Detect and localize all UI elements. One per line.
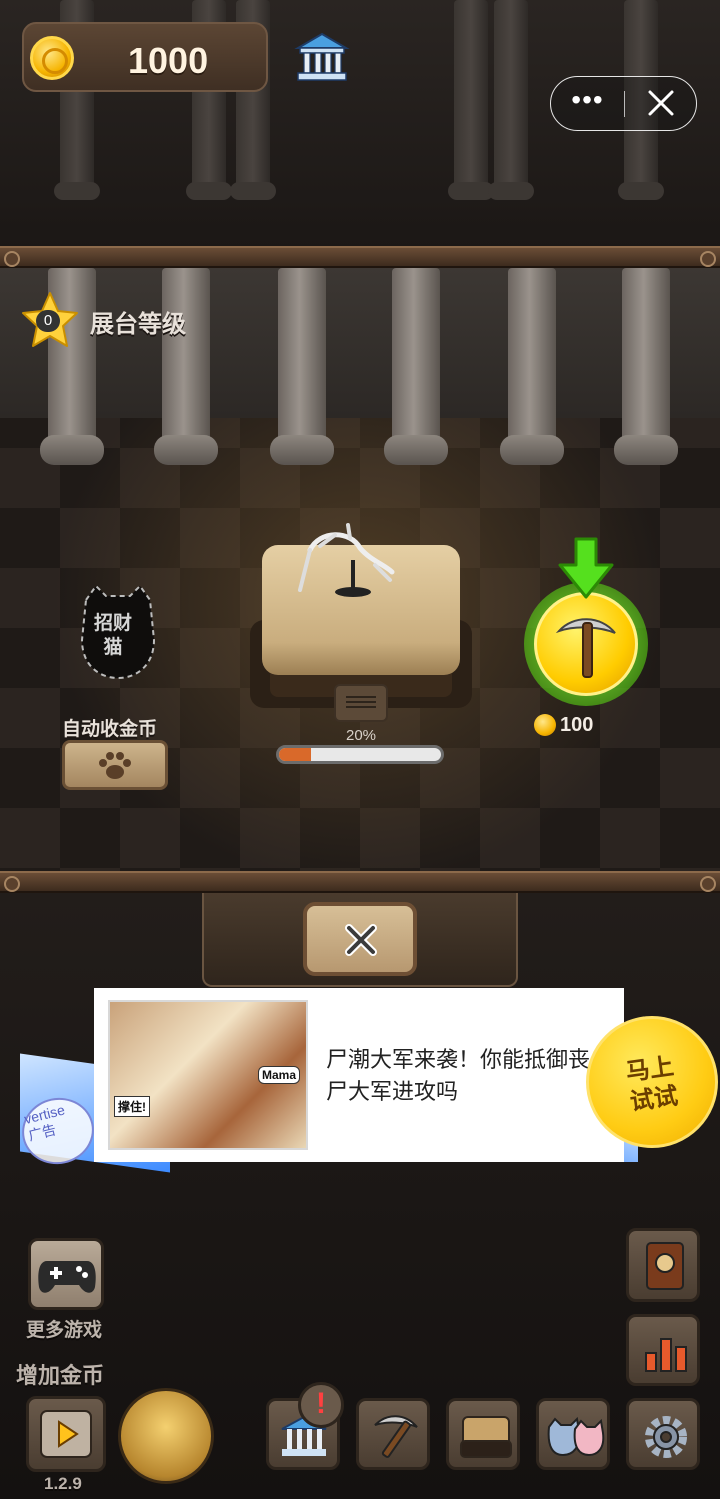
ad-thumbnail[interactable]: 撑住! Mama — [108, 1000, 308, 1150]
progress-percent: 20% — [346, 727, 377, 744]
settings-button[interactable] — [626, 1398, 700, 1470]
auto-collect-label: 自动收金币 — [62, 719, 158, 740]
level-value: 0 — [36, 310, 60, 332]
more-dots-icon[interactable]: ••• — [551, 77, 624, 129]
wooden-rail-top — [0, 246, 720, 268]
cats-icon — [547, 1417, 605, 1457]
pedestal-button[interactable] — [446, 1398, 520, 1470]
alert-badge: ! — [298, 1382, 344, 1428]
close-x-icon — [345, 924, 377, 956]
pedestal-icon — [460, 1416, 512, 1458]
video-play-icon — [40, 1410, 92, 1458]
gamepad-icon — [38, 1261, 96, 1293]
pickaxe-icon — [555, 618, 616, 678]
upgrade-pickaxe-button[interactable] — [534, 592, 638, 696]
room-wall — [0, 268, 720, 418]
column — [614, 268, 678, 465]
pillar — [488, 0, 534, 200]
paw-icon — [99, 752, 131, 779]
level-label: 展台等级 — [90, 311, 186, 338]
mini-program-capsule: ••• — [550, 76, 697, 131]
column — [270, 268, 334, 465]
add-coins-label: 增加金币 — [16, 1363, 105, 1388]
pickaxe-icon — [374, 1415, 418, 1458]
more-games-label: 更多游戏 — [26, 1320, 103, 1341]
collection-book-button[interactable] — [626, 1228, 700, 1302]
gear-icon — [645, 1416, 687, 1458]
cat-mascot-avatar[interactable] — [118, 1388, 214, 1484]
lucky-cat-label: 招财猫 — [93, 613, 132, 658]
drawer-close-button[interactable] — [303, 902, 417, 976]
auto-collect-button[interactable] — [62, 740, 168, 790]
more-games-button[interactable] — [28, 1238, 104, 1310]
gold-coin-icon — [30, 36, 74, 80]
pickaxe-button[interactable] — [356, 1398, 430, 1470]
column — [500, 268, 564, 465]
progress-fill — [279, 748, 312, 761]
book-icon — [646, 1242, 684, 1290]
gold-coin-icon — [534, 714, 556, 736]
ad-headline: 尸潮大军来袭！你能抵御丧尸大军进攻吗 — [326, 1047, 591, 1104]
exhibit-progress-bar — [276, 745, 444, 764]
green-down-arrow-icon — [558, 537, 614, 599]
wooden-rail-bottom — [0, 871, 720, 893]
ad-thumb-bubble: Mama — [257, 1066, 300, 1084]
cats-button[interactable] — [536, 1398, 610, 1470]
pickaxe-cost: 100 — [560, 714, 594, 736]
version-label: 1.2.9 — [44, 1474, 82, 1493]
museum-building-icon[interactable] — [294, 30, 350, 84]
column — [154, 268, 218, 465]
watch-video-button[interactable] — [26, 1396, 106, 1472]
exhibit-plaque — [334, 684, 388, 722]
column — [384, 268, 448, 465]
ad-try-now-button[interactable]: 马上 试试 — [586, 1016, 718, 1148]
close-x-icon[interactable] — [625, 77, 697, 129]
bar-chart-icon — [645, 1338, 687, 1372]
pillar — [448, 0, 494, 200]
coin-count: 1000 — [128, 40, 209, 81]
ad-thumb-tag: 撑住! — [114, 1096, 150, 1117]
fossil-exhibit-icon[interactable] — [290, 520, 400, 600]
ad-cta-label: 马上 试试 — [624, 1052, 680, 1117]
stats-button[interactable] — [626, 1314, 700, 1386]
